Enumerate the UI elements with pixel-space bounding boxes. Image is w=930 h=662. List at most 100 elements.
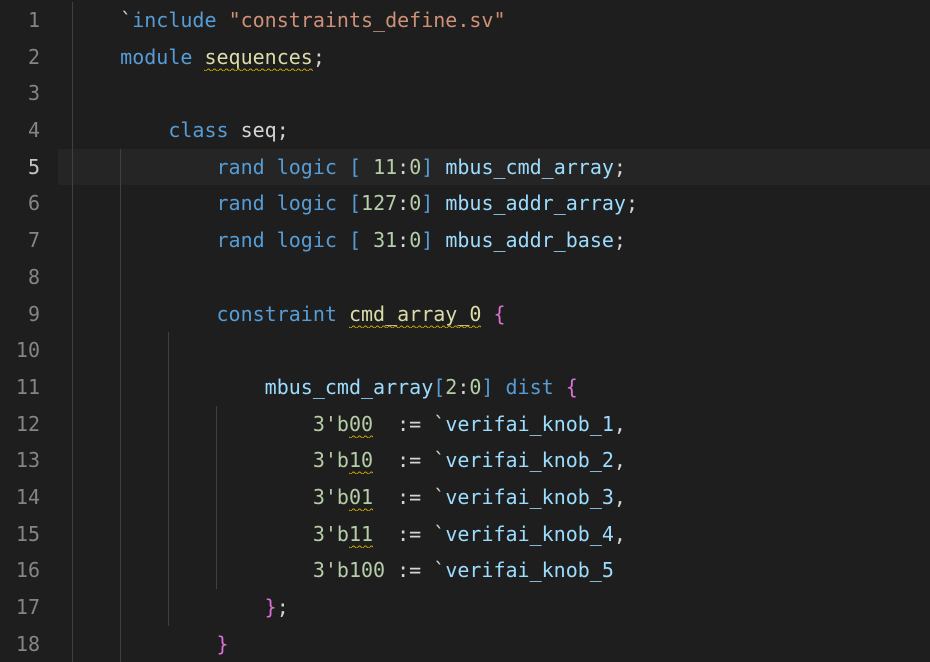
token: ; [614,155,626,179]
token [433,155,445,179]
code-content: } [72,632,229,656]
token [229,118,241,142]
token: 00 [349,412,373,438]
token: : [397,191,409,215]
indent-guide [120,222,121,259]
code-line[interactable]: 3'b11 := `verifai_knob_4, [58,516,930,553]
indent-guide [72,589,73,626]
token [493,375,505,399]
line-number: 11 [0,369,40,406]
token: verifai_knob_3 [445,485,614,509]
token [433,191,445,215]
indent-guide [72,2,73,39]
token: 127 [361,191,397,215]
token: seq [241,118,277,142]
code-line[interactable]: module sequences; [58,39,930,76]
code-line[interactable] [58,259,930,296]
code-line[interactable]: } [58,626,930,662]
token: ; [277,118,289,142]
token [337,155,349,179]
code-content: 3'b10 := `verifai_knob_2, [72,448,626,474]
token: ; [277,595,289,619]
token [265,155,277,179]
indent-guide [120,296,121,333]
indent-guide [216,406,217,443]
token: logic [277,155,337,179]
code-line[interactable]: 3'b100 := `verifai_knob_5 [58,552,930,589]
code-line[interactable] [58,332,930,369]
indent-guide [72,442,73,479]
token: [ [349,155,361,179]
code-line[interactable]: `include "constraints_define.sv" [58,2,930,39]
token: 2 [445,375,457,399]
token: : [457,375,469,399]
indent-guide [72,479,73,516]
code-content: `include "constraints_define.sv" [72,8,506,32]
token: ] [421,155,433,179]
code-line[interactable]: 3'b10 := `verifai_knob_2, [58,442,930,479]
token: := [397,412,421,436]
code-area[interactable]: `include "constraints_define.sv" module … [58,0,930,662]
indent-guide [72,259,73,296]
token: : [397,228,409,252]
token: { [566,375,578,399]
token [481,302,493,326]
token: rand [217,155,265,179]
token: logic [277,228,337,252]
indent-guide [72,149,73,186]
token [421,558,433,582]
code-line[interactable]: }; [58,589,930,626]
code-line[interactable] [58,75,930,112]
line-number-gutter: 123456789101112131415161718 [0,0,58,662]
code-line[interactable]: 3'b01 := `verifai_knob_3, [58,479,930,516]
code-content: mbus_cmd_array[2:0] dist { [72,375,578,399]
token: 01 [349,485,373,511]
token: verifai_knob_5 [445,558,614,582]
code-line[interactable]: 3'b00 := `verifai_knob_1, [58,406,930,443]
token: , [614,522,626,546]
indent-guide [72,222,73,259]
token [373,412,397,436]
line-number: 1 [0,2,40,39]
indent-guide [72,39,73,76]
token: 31 [361,228,397,252]
token [373,522,397,546]
indent-guide [168,406,169,443]
indent-guide [120,552,121,589]
indent-guide [72,332,73,369]
line-number: 4 [0,112,40,149]
token: 11 [361,155,397,179]
indent-guide [216,552,217,589]
token: : [397,155,409,179]
token: := [397,522,421,546]
token: ` [433,485,445,509]
token [337,302,349,326]
indent-guide [168,552,169,589]
code-line[interactable]: rand logic [ 31:0] mbus_addr_base; [58,222,930,259]
indent-guide [72,406,73,443]
indent-guide [168,442,169,479]
token: [ [433,375,445,399]
token: ` [433,558,445,582]
indent-guide [216,442,217,479]
indent-guide [120,479,121,516]
token: ; [614,228,626,252]
indent-guide [120,516,121,553]
token: ] [421,228,433,252]
token: { [493,302,505,326]
code-line[interactable]: rand logic [ 11:0] mbus_cmd_array; [58,149,930,186]
token [337,228,349,252]
code-content: }; [72,595,289,619]
token: 10 [349,448,373,474]
token [421,412,433,436]
code-line[interactable]: rand logic [127:0] mbus_addr_array; [58,185,930,222]
token: ` [433,448,445,472]
token [192,45,204,69]
code-line[interactable]: mbus_cmd_array[2:0] dist { [58,369,930,406]
token: rand [217,191,265,215]
code-editor[interactable]: 123456789101112131415161718 `include "co… [0,0,930,662]
code-line[interactable]: constraint cmd_array_0 { [58,296,930,333]
indent-guide [216,516,217,553]
code-line[interactable]: class seq; [58,112,930,149]
token: verifai_knob_1 [445,412,614,436]
